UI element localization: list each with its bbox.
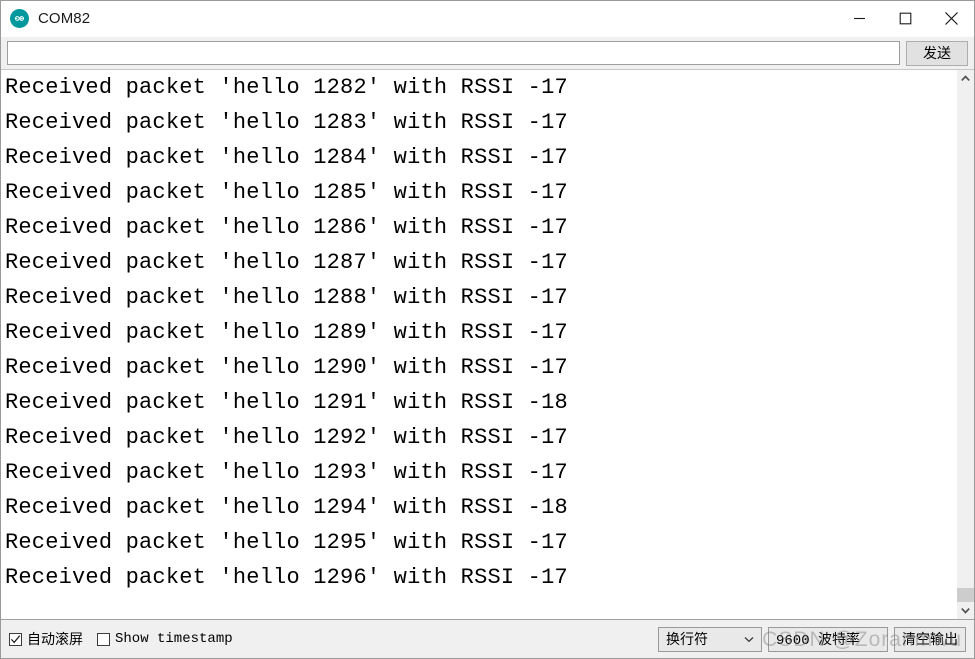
- status-bar-right: 换行符 9600 波特率 清空输出: [658, 626, 966, 652]
- window-title: COM82: [38, 10, 91, 27]
- console-line: Received packet 'hello 1293' with RSSI -…: [5, 460, 568, 485]
- console-line: Received packet 'hello 1285' with RSSI -…: [5, 180, 568, 205]
- console-line: Received packet 'hello 1289' with RSSI -…: [5, 320, 568, 345]
- console-line: Received packet 'hello 1291' with RSSI -…: [5, 390, 568, 415]
- console-line: Received packet 'hello 1290' with RSSI -…: [5, 355, 568, 380]
- close-button[interactable]: [928, 1, 974, 36]
- status-bar-left: 自动滚屏 Show timestamp: [9, 629, 233, 649]
- autoscroll-checkbox-item[interactable]: 自动滚屏: [9, 629, 83, 649]
- timestamp-checkbox-item[interactable]: Show timestamp: [97, 631, 233, 647]
- title-bar: COM82: [1, 1, 974, 37]
- console-line: Received packet 'hello 1286' with RSSI -…: [5, 215, 568, 240]
- title-bar-left: COM82: [1, 9, 90, 28]
- scrollbar-track[interactable]: [957, 87, 974, 602]
- status-bar: 自动滚屏 Show timestamp 换行符 9600 波特率 清空输出 CS…: [1, 619, 974, 658]
- checkmark-icon: [10, 634, 21, 643]
- console-line: Received packet 'hello 1296' with RSSI -…: [5, 565, 568, 590]
- console-line: Received packet 'hello 1287' with RSSI -…: [5, 250, 568, 275]
- line-ending-select[interactable]: 换行符: [658, 626, 762, 652]
- send-button[interactable]: 发送: [906, 40, 968, 66]
- console-area: Received packet 'hello 1282' with RSSI -…: [1, 69, 974, 619]
- console-output[interactable]: Received packet 'hello 1282' with RSSI -…: [1, 70, 956, 619]
- baud-rate-select[interactable]: 9600 波特率: [768, 626, 888, 652]
- autoscroll-checkbox[interactable]: [9, 632, 22, 646]
- console-line: Received packet 'hello 1288' with RSSI -…: [5, 285, 568, 310]
- console-line: Received packet 'hello 1295' with RSSI -…: [5, 530, 568, 555]
- console-line: Received packet 'hello 1292' with RSSI -…: [5, 425, 568, 450]
- baud-rate-value: 9600 波特率: [776, 633, 861, 649]
- console-line: Received packet 'hello 1294' with RSSI -…: [5, 495, 568, 520]
- window-controls: [836, 1, 974, 36]
- scroll-up-button[interactable]: [957, 70, 974, 87]
- send-input[interactable]: [7, 41, 900, 65]
- console-line: Received packet 'hello 1283' with RSSI -…: [5, 110, 568, 135]
- chevron-down-icon: [744, 636, 757, 643]
- scroll-down-button[interactable]: [957, 602, 974, 619]
- timestamp-label: Show timestamp: [115, 631, 233, 647]
- console-line: Received packet 'hello 1284' with RSSI -…: [5, 145, 568, 170]
- autoscroll-label: 自动滚屏: [27, 631, 83, 647]
- scrollbar-thumb[interactable]: [957, 588, 974, 602]
- maximize-button[interactable]: [882, 1, 928, 36]
- console-scrollbar[interactable]: [956, 70, 974, 619]
- serial-monitor-window: COM82 发送 Received packet 'hello 1282' wi…: [0, 0, 975, 659]
- console-line: Received packet 'hello 1282' with RSSI -…: [5, 75, 568, 100]
- timestamp-checkbox[interactable]: [97, 632, 110, 646]
- line-ending-value: 换行符: [666, 631, 708, 647]
- clear-output-button[interactable]: 清空输出: [894, 626, 966, 652]
- minimize-button[interactable]: [836, 1, 882, 36]
- send-row: 发送: [1, 37, 974, 69]
- arduino-logo-icon: [10, 9, 29, 28]
